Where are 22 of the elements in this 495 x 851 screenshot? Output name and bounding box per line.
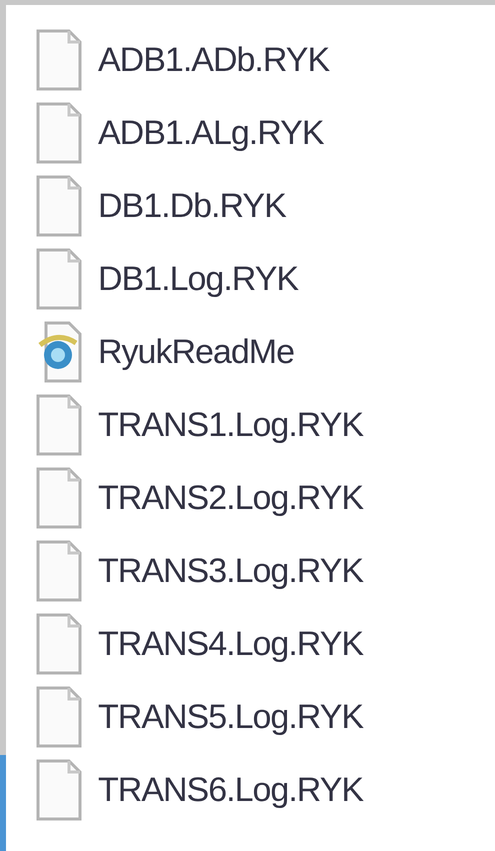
file-name[interactable]: TRANS1.Log.RYK [98, 400, 364, 450]
file-name[interactable]: TRANS3.Log.RYK [98, 546, 364, 596]
file-name[interactable]: TRANS5.Log.RYK [98, 692, 364, 742]
file-name[interactable]: TRANS4.Log.RYK [98, 618, 364, 670]
browser-icon [36, 321, 82, 383]
file-icon [36, 248, 82, 310]
file-icon [36, 686, 82, 748]
file-icon [36, 613, 82, 675]
file-icon [36, 467, 82, 529]
file-icon [36, 102, 82, 164]
file-icon [36, 394, 82, 456]
file-name[interactable]: TRANS2.Log.RYK [98, 472, 364, 524]
file-icon [36, 540, 82, 602]
file-name[interactable]: DB1.Log.RYK [98, 254, 298, 304]
file-name[interactable]: ADB1.ADb.RYK [98, 34, 330, 86]
file-icon [36, 175, 82, 237]
file-icon [36, 759, 82, 821]
file-name[interactable]: TRANS6.Log.RYK [98, 764, 364, 816]
file-icon [36, 29, 82, 91]
file-name[interactable]: RyukReadMe [98, 326, 294, 378]
file-name[interactable]: ADB1.ALg.RYK [98, 108, 324, 158]
file-name[interactable]: DB1.Db.RYK [98, 180, 286, 232]
